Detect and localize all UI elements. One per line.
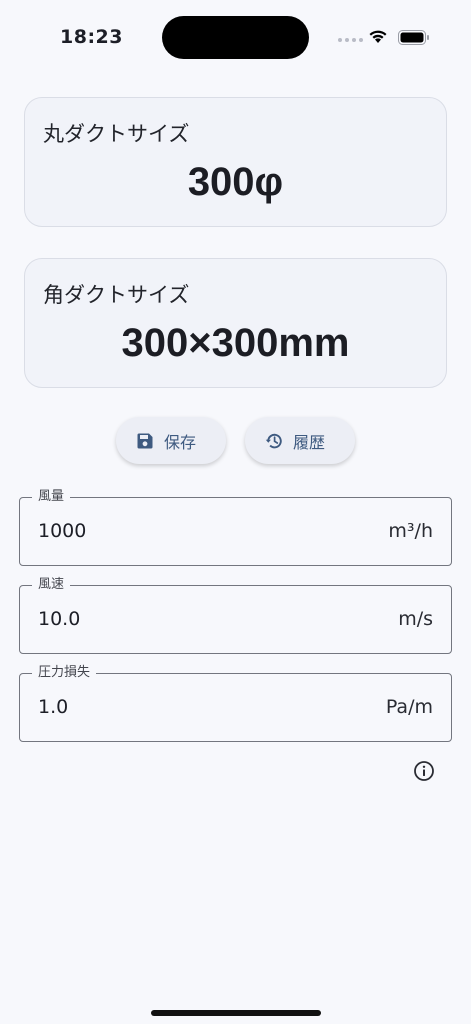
airflow-label: 風量 — [32, 489, 71, 505]
save-button-label: 保存 — [164, 432, 197, 452]
airflow-value[interactable]: 1000 — [38, 520, 86, 542]
battery-icon — [398, 30, 429, 45]
pressure-loss-field[interactable]: 圧力損失 1.0 Pa/m — [19, 665, 452, 742]
status-bar-time: 18:23 — [60, 26, 123, 48]
airflow-unit: m³/h — [388, 520, 433, 542]
history-button-label: 履歴 — [293, 432, 326, 452]
square-duct-label: 角ダクトサイズ — [43, 283, 190, 307]
round-duct-card: 丸ダクトサイズ 300φ — [24, 97, 447, 227]
square-duct-card: 角ダクトサイズ 300×300mm — [24, 258, 447, 388]
wifi-icon — [369, 30, 387, 43]
info-circle-icon[interactable] — [413, 760, 435, 782]
square-duct-value: 300×300mm — [121, 321, 350, 365]
signal-dots-icon — [338, 38, 363, 42]
velocity-unit: m/s — [398, 608, 433, 630]
velocity-label: 風速 — [32, 577, 71, 593]
velocity-value[interactable]: 10.0 — [38, 608, 80, 630]
pressure-loss-unit: Pa/m — [385, 696, 433, 718]
pressure-loss-label: 圧力損失 — [32, 665, 97, 681]
velocity-field[interactable]: 風速 10.0 m/s — [19, 577, 452, 654]
history-clock-icon — [265, 433, 282, 448]
dynamic-island — [162, 16, 309, 59]
save-button[interactable]: 保存 — [116, 417, 226, 464]
round-duct-label: 丸ダクトサイズ — [43, 122, 190, 146]
floppy-disk-icon — [137, 433, 153, 448]
pressure-loss-value[interactable]: 1.0 — [38, 696, 68, 718]
home-indicator[interactable] — [151, 1010, 321, 1016]
airflow-field[interactable]: 風量 1000 m³/h — [19, 489, 452, 566]
history-button[interactable]: 履歴 — [245, 417, 355, 464]
round-duct-value: 300φ — [187, 160, 284, 204]
